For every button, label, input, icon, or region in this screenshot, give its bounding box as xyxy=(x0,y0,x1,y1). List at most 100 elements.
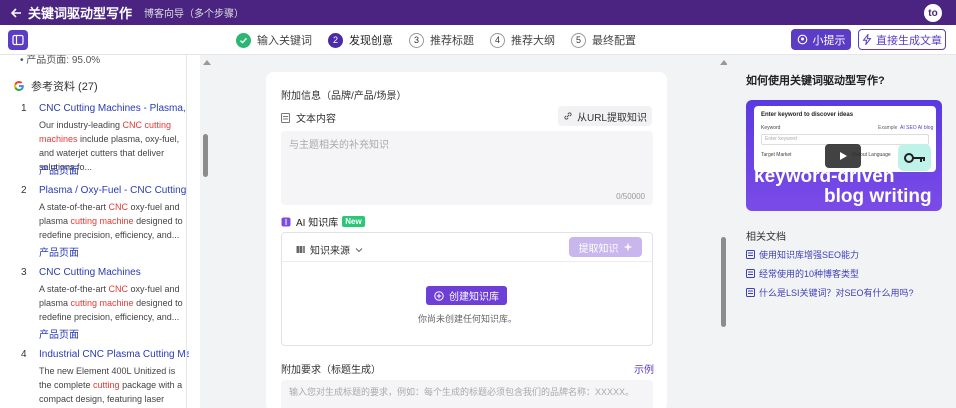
extra-info-label: 附加信息（品牌/产品/场景） xyxy=(281,91,407,102)
step-recommend-titles[interactable]: 3 推荐标题 xyxy=(409,32,474,48)
step-number: 2 xyxy=(328,32,343,48)
doc-link-label: 什么是LSI关键词？对SEO有什么用吗? xyxy=(759,288,914,298)
books-icon xyxy=(296,246,305,253)
reference-tag: 产品页面 xyxy=(39,330,79,341)
step-label: 最终配置 xyxy=(592,35,636,47)
reference-number: 1 xyxy=(21,103,27,114)
plus-circle-icon xyxy=(434,290,444,301)
reference-number: 3 xyxy=(21,267,27,278)
reference-item[interactable]: 3 CNC Cutting Machines A state-of-the-ar… xyxy=(13,267,189,341)
user-avatar[interactable]: to xyxy=(924,4,942,22)
text-content-label: 文本内容 xyxy=(296,114,336,125)
reference-title[interactable]: CNC Cutting Machines xyxy=(39,267,189,278)
key-icon xyxy=(898,144,931,171)
supplementary-knowledge-textarea[interactable]: 与主题相关的补充知识 0/50000 xyxy=(281,131,653,205)
reference-item[interactable]: 4 Industrial CNC Plasma Cutting Machi...… xyxy=(13,349,189,408)
highlighted-keyword: CNC xyxy=(108,202,129,212)
references-header: 参考资料 (27) xyxy=(13,78,98,94)
knowledge-source-label: 知识来源 xyxy=(310,246,350,257)
create-button-label: 创建知识库 xyxy=(449,292,499,303)
document-icon xyxy=(281,112,290,123)
document-link-icon xyxy=(746,288,755,297)
related-docs-label: 相关文档 xyxy=(746,232,786,243)
step-input-keyword[interactable]: 输入关键词 xyxy=(236,32,312,48)
chevron-down-icon xyxy=(355,247,363,252)
highlighted-keyword: cutting machine xyxy=(70,216,134,226)
doc-link-label: 使用知识库增强SEO能力 xyxy=(759,250,860,260)
char-counter: 0/50000 xyxy=(616,192,645,201)
reference-desc: A state-of-the-art CNC oxy-fuel and plas… xyxy=(39,282,189,324)
wizard-steps-bar: 输入关键词 2 发现创意 3 推荐标题 4 推荐大纲 5 最终配置 小提示 直接… xyxy=(0,25,956,55)
reference-tag: 产品页面 xyxy=(39,166,79,177)
document-link-icon xyxy=(746,269,755,278)
knowledge-source-dropdown[interactable]: 知识来源 xyxy=(296,242,363,257)
back-arrow-icon[interactable] xyxy=(10,7,22,19)
reference-tag: 产品页面 xyxy=(39,248,79,259)
sidebar-divider xyxy=(186,55,187,408)
play-icon xyxy=(840,152,847,160)
text-content-header: 文本内容 xyxy=(281,110,336,125)
step-label: 输入关键词 xyxy=(257,35,312,47)
title-requirements-textarea[interactable]: 输入您对生成标题的要求，例如：每个生成的标题必须包含我们的品牌名称：XXXXX。 xyxy=(281,380,653,408)
check-circle-icon xyxy=(236,32,251,48)
generate-article-label: 直接生成文章 xyxy=(876,34,942,47)
extract-from-url-button[interactable]: 从URL提取知识 xyxy=(558,106,652,126)
url-button-label: 从URL提取知识 xyxy=(576,112,647,124)
step-final-config[interactable]: 5 最终配置 xyxy=(571,32,636,48)
highlighted-keyword: CNC xyxy=(108,284,129,294)
desc-text: A state-of-the-art xyxy=(39,202,109,212)
video-card-title: Enter keyword to discover ideas xyxy=(761,112,854,118)
reference-title[interactable]: CNC Cutting Machines - Plasma, Oxy... xyxy=(39,103,189,114)
references-sidebar: • 产品页面: 95.0% 参考资料 (27) 1 CNC Cutting Ma… xyxy=(0,55,200,408)
step-number: 4 xyxy=(490,32,505,48)
video-example-values: AI SEO AI blog xyxy=(900,125,934,131)
page-subtitle: 博客向导（多个步骤） xyxy=(144,9,245,20)
reference-item[interactable]: 1 CNC Cutting Machines - Plasma, Oxy... … xyxy=(13,103,189,177)
doc-link-lsi-keywords[interactable]: 什么是LSI关键词？对SEO有什么用吗? xyxy=(746,286,914,299)
reference-desc: The new Element 400L Unitized is the com… xyxy=(39,364,189,408)
reference-title[interactable]: Plasma / Oxy-Fuel - CNC Cutting Ma... xyxy=(39,185,189,196)
scroll-up-arrow-icon[interactable] xyxy=(203,60,211,65)
center-scrollbar-thumb[interactable] xyxy=(721,237,726,327)
reference-number: 4 xyxy=(21,349,27,360)
extract-knowledge-button[interactable]: 提取知识 xyxy=(569,237,642,257)
reference-title[interactable]: Industrial CNC Plasma Cutting Machi... xyxy=(39,349,189,360)
tips-button[interactable]: 小提示 xyxy=(791,29,851,50)
partial-stat-text: • 产品页面: 95.0% xyxy=(20,55,101,66)
video-target-market: Target Market xyxy=(761,152,792,158)
empty-kb-text: 你尚未创建任何知识库。 xyxy=(418,314,518,324)
tutorial-video[interactable]: Enter keyword to discover ideas Keyword … xyxy=(746,100,942,211)
highlighted-keyword: cutting machine xyxy=(70,298,134,308)
reference-item[interactable]: 2 Plasma / Oxy-Fuel - CNC Cutting Ma... … xyxy=(13,185,189,259)
doc-link-blog-types[interactable]: 经常使用的10种博客类型 xyxy=(746,267,859,280)
step-discover-ideas[interactable]: 2 发现创意 xyxy=(328,32,393,48)
help-heading: 如何使用关键词驱动型写作? xyxy=(746,75,885,87)
doc-link-label: 经常使用的10种博客类型 xyxy=(759,269,860,279)
step-recommend-outline[interactable]: 4 推荐大纲 xyxy=(490,32,555,48)
example-link[interactable]: 示例 xyxy=(634,361,654,376)
step-number: 3 xyxy=(409,32,424,48)
references-count-label: 参考资料 (27) xyxy=(31,81,98,93)
video-title-line2: blog writing xyxy=(824,186,932,207)
highlighted-keyword: cutting xyxy=(93,380,120,390)
step-label: 发现创意 xyxy=(349,35,393,47)
video-keyword-label: Keyword xyxy=(761,125,781,131)
requirements-placeholder: 输入您对生成标题的要求，例如：每个生成的标题必须包含我们的品牌名称：XXXXX。 xyxy=(289,387,635,397)
play-button[interactable] xyxy=(825,144,861,168)
app-header: 关键词驱动型写作 博客向导（多个步骤） to xyxy=(0,0,956,25)
reference-number: 2 xyxy=(21,185,27,196)
sidebar-toggle-button[interactable] xyxy=(8,30,28,50)
doc-link-kb-seo[interactable]: 使用知识库增强SEO能力 xyxy=(746,248,859,261)
desc-text: A state-of-the-art xyxy=(39,284,109,294)
ai-kb-header: AI 知识库 New xyxy=(281,214,365,229)
kb-divider xyxy=(281,261,653,262)
video-input-placeholder: Enter keyword xyxy=(765,136,797,142)
step-number: 5 xyxy=(571,32,586,48)
create-knowledge-base-button[interactable]: 创建知识库 xyxy=(426,286,507,305)
generate-article-button[interactable]: 直接生成文章 xyxy=(858,29,946,50)
step-label: 推荐标题 xyxy=(430,35,474,47)
left-scrollbar-thumb[interactable] xyxy=(203,134,208,177)
extract-button-label: 提取知识 xyxy=(578,243,619,255)
link-icon xyxy=(564,112,572,120)
lightning-icon xyxy=(862,34,872,45)
